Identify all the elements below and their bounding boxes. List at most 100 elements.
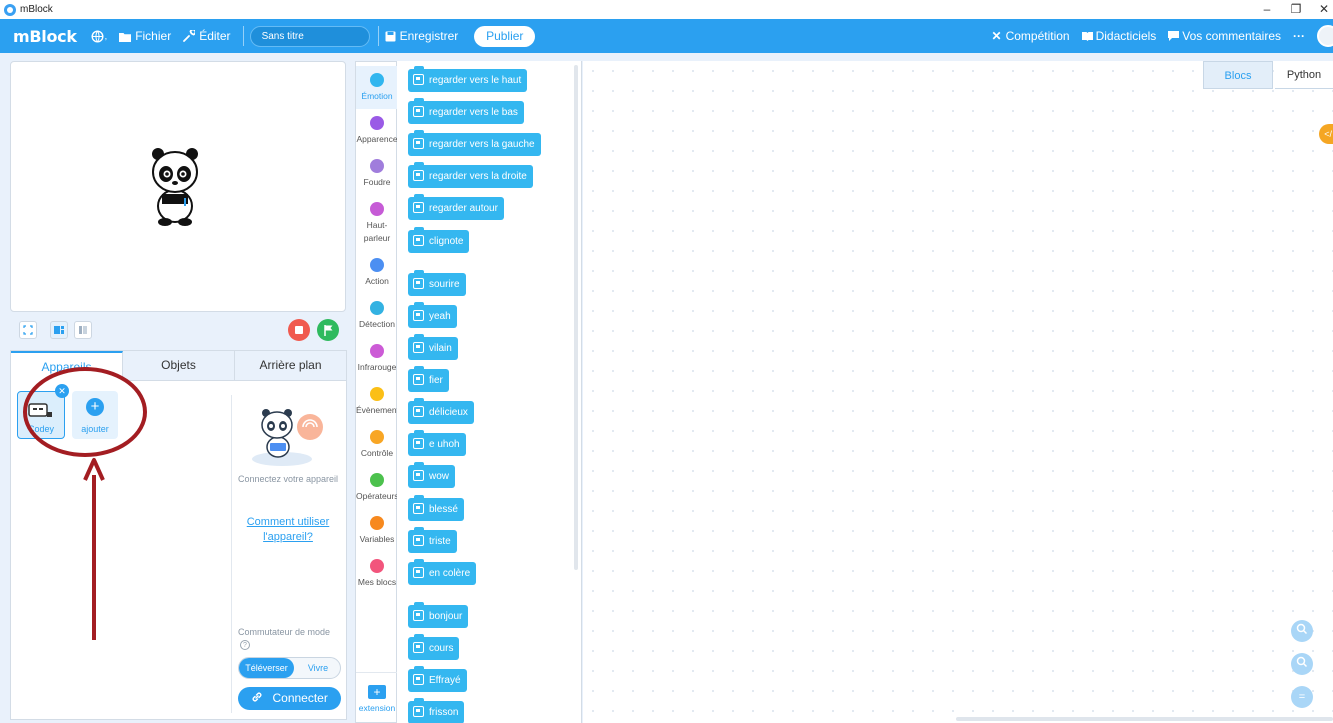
mblock-app-icon xyxy=(4,3,16,16)
codey-block-icon xyxy=(413,278,424,289)
wrench-icon xyxy=(183,30,196,42)
emotion-block[interactable]: triste xyxy=(408,527,457,553)
edit-menu-label: Éditer xyxy=(199,29,231,43)
block-label: regarder vers le haut xyxy=(429,75,522,86)
tab-python[interactable]: Python xyxy=(1275,61,1333,89)
emotion-block[interactable]: yeah xyxy=(408,302,457,328)
language-menu[interactable]: , xyxy=(91,29,107,43)
plus-icon: + xyxy=(86,398,104,416)
file-menu[interactable]: Fichier xyxy=(119,29,171,43)
category-color-dot xyxy=(370,301,384,315)
emotion-block[interactable]: fier xyxy=(408,366,449,392)
emotion-block[interactable]: vilain xyxy=(408,334,458,360)
zoom-out-icon xyxy=(1296,656,1308,668)
publish-button[interactable]: Publier xyxy=(474,25,536,47)
category-3[interactable]: Foudre xyxy=(356,152,398,195)
emotion-block[interactable]: e uhoh xyxy=(408,430,466,456)
close-window-button[interactable]: ✕ xyxy=(1309,0,1333,19)
connect-button-label: Connecter xyxy=(272,691,328,705)
category-2[interactable]: Apparence xyxy=(356,109,398,152)
small-stage-button[interactable] xyxy=(74,321,92,339)
tab-devices[interactable]: Appareils xyxy=(11,351,123,381)
emotion-block[interactable]: blessé xyxy=(408,495,464,521)
competition-link[interactable]: ✕ Compétition xyxy=(992,29,1070,43)
feedback-link[interactable]: Vos commentaires xyxy=(1168,29,1281,43)
howto-link[interactable]: Comment utiliser l'appareil? xyxy=(232,515,344,545)
minimize-button[interactable]: – xyxy=(1252,0,1282,19)
emotion-block[interactable]: regarder vers la gauche xyxy=(408,130,541,156)
emotion-block[interactable]: clignote xyxy=(408,227,470,253)
restore-button[interactable]: ❐ xyxy=(1281,0,1311,19)
upload-mode-option[interactable]: Téléverser xyxy=(239,658,294,678)
category-8[interactable]: Évènements xyxy=(356,380,403,423)
category-4[interactable]: Haut-parleur xyxy=(356,195,398,251)
add-device-button[interactable]: + ajouter xyxy=(72,391,118,439)
codey-block-icon xyxy=(413,170,424,181)
zoom-out-button[interactable] xyxy=(1291,653,1313,675)
block-label: en colère xyxy=(429,568,471,579)
emotion-block[interactable]: sourire xyxy=(408,270,466,296)
edit-menu[interactable]: Éditer xyxy=(183,29,231,43)
category-10[interactable]: Opérateurs xyxy=(356,466,399,509)
codey-block-icon xyxy=(413,106,424,117)
save-button[interactable]: Enregistrer xyxy=(385,29,458,43)
green-flag-button[interactable] xyxy=(317,319,339,341)
category-color-dot xyxy=(370,159,384,173)
emotion-block[interactable]: regarder autour xyxy=(408,194,504,220)
block-label: vilain xyxy=(429,343,452,354)
panel-tabs: Appareils Objets Arrière plan xyxy=(11,351,346,381)
emotion-block[interactable]: regarder vers la droite xyxy=(408,162,533,188)
codey-block-icon xyxy=(413,74,424,85)
emotion-block[interactable]: en colère xyxy=(408,559,477,585)
emotion-block[interactable]: wow xyxy=(408,462,456,488)
stop-button[interactable] xyxy=(288,319,310,341)
palette-scrollbar[interactable] xyxy=(574,65,578,570)
remove-device-button[interactable]: ✕ xyxy=(55,384,69,398)
competition-label: Compétition xyxy=(1005,29,1070,43)
category-7[interactable]: Infrarouge xyxy=(356,337,398,380)
emotion-block[interactable]: regarder vers le haut xyxy=(408,66,528,92)
project-title-input[interactable] xyxy=(249,25,370,47)
category-5[interactable]: Action xyxy=(356,251,398,294)
emotion-block[interactable]: regarder vers le bas xyxy=(408,98,524,124)
category-12[interactable]: Mes blocs xyxy=(356,552,398,595)
stage-canvas[interactable] xyxy=(10,61,346,312)
tab-sprites[interactable]: Objets xyxy=(123,351,235,381)
category-label: Foudre xyxy=(363,177,391,187)
tutorials-link[interactable]: Didacticiels xyxy=(1081,29,1156,43)
codey-block-icon xyxy=(413,406,424,417)
emotion-block[interactable]: frisson xyxy=(408,698,465,723)
device-card-codey[interactable]: Codey xyxy=(17,391,65,439)
category-color-dot xyxy=(370,473,384,487)
script-area[interactable]: Blocs Python </ = xyxy=(583,61,1333,723)
codey-block-icon xyxy=(413,235,424,246)
emotion-block[interactable]: Effrayé xyxy=(408,666,467,692)
zoom-reset-button[interactable]: = xyxy=(1291,686,1313,708)
connect-button[interactable]: Connecter xyxy=(238,687,341,710)
zoom-in-button[interactable] xyxy=(1291,620,1313,642)
toolbar-divider xyxy=(377,26,379,46)
script-horizontal-scrollbar[interactable] xyxy=(956,717,1333,721)
user-avatar[interactable] xyxy=(1317,25,1333,47)
extension-button[interactable]: + extension xyxy=(356,672,398,722)
fullscreen-button[interactable] xyxy=(19,321,37,339)
tab-backdrop[interactable]: Arrière plan xyxy=(235,351,346,381)
category-1[interactable]: Émotion xyxy=(356,66,398,109)
category-6[interactable]: Détection xyxy=(356,294,398,337)
codey-block-icon xyxy=(413,342,424,353)
live-mode-option[interactable]: Vivre xyxy=(295,658,341,678)
tab-blocks[interactable]: Blocs xyxy=(1203,61,1273,89)
block-palette: regarder vers le haut regarder vers le ba… xyxy=(397,61,582,723)
more-menu[interactable]: ··· xyxy=(1293,29,1305,43)
code-panel-toggle[interactable]: </ xyxy=(1319,124,1333,144)
mode-switch-label: Commutateur de mode xyxy=(238,627,331,637)
emotion-block[interactable]: délicieux xyxy=(408,398,474,424)
mblock-logo: mBlock xyxy=(13,26,77,46)
emotion-block[interactable]: bonjour xyxy=(408,602,469,628)
category-9[interactable]: Contrôle xyxy=(356,423,398,466)
category-11[interactable]: Variables xyxy=(356,509,398,552)
emotion-block[interactable]: cours xyxy=(408,634,460,660)
help-icon[interactable]: ? xyxy=(240,640,250,650)
layout-normal-icon xyxy=(54,326,64,334)
normal-stage-button[interactable] xyxy=(50,321,68,339)
